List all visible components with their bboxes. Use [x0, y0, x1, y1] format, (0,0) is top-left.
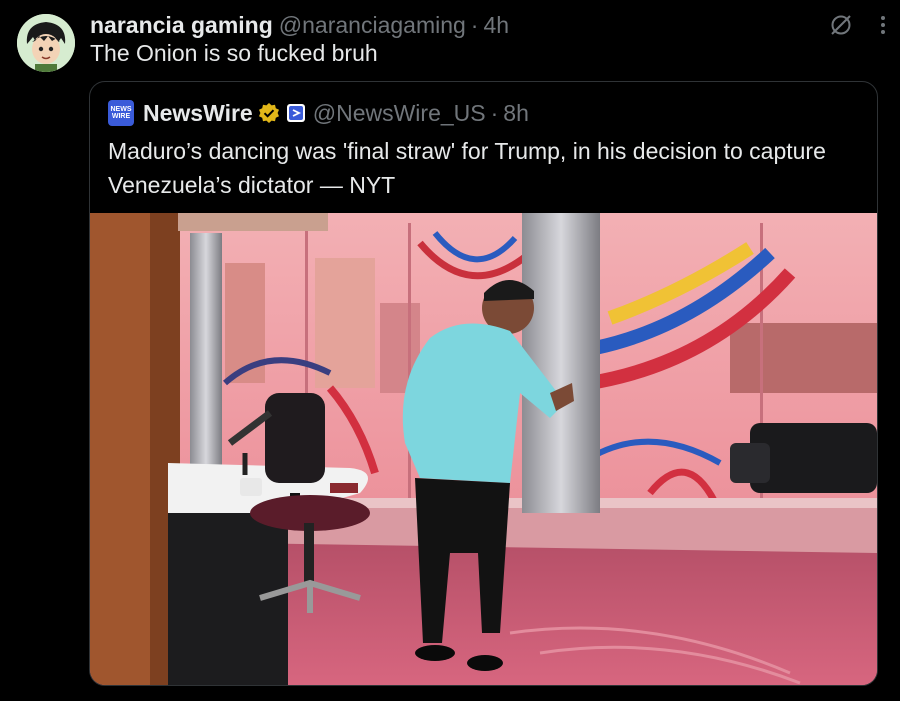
quote-author-handle[interactable]: @NewsWire_US — [313, 100, 486, 127]
author-name[interactable]: narancia gaming — [90, 12, 273, 39]
quote-header: NEWS WIRE NewsWire @NewsWire_US · 8h — [108, 98, 529, 128]
newswire-logo[interactable]: NEWS WIRE — [108, 100, 134, 126]
post-actions-top — [828, 12, 890, 38]
author-handle[interactable]: @naranciagaming — [279, 12, 466, 39]
anime-avatar-icon — [17, 14, 75, 72]
quote-author-name[interactable]: NewsWire — [143, 100, 253, 127]
grok-icon[interactable] — [828, 12, 854, 38]
post-header: narancia gaming @naranciagaming · 4h — [90, 10, 900, 40]
separator: · — [470, 11, 479, 38]
quote-text: Maduro’s dancing was 'final straw' for T… — [108, 138, 826, 198]
verified-badge-icon[interactable] — [258, 102, 280, 124]
quote-separator: · — [490, 99, 499, 126]
more-icon[interactable] — [876, 12, 890, 38]
logo-text-bottom: WIRE — [111, 113, 131, 120]
affiliate-badge-icon[interactable] — [286, 103, 306, 123]
logo-text-top: NEWS — [110, 106, 132, 113]
quoted-post[interactable]: NEWS WIRE NewsWire @NewsWire_US · 8h Mad… — [89, 81, 878, 686]
quote-photo[interactable] — [90, 213, 877, 685]
quote-time[interactable]: 8h — [503, 100, 529, 127]
post[interactable]: narancia gaming @naranciagaming · 4h The… — [0, 0, 900, 701]
post-time[interactable]: 4h — [483, 12, 509, 39]
avatar[interactable] — [17, 14, 75, 72]
post-text: The Onion is so fucked bruh — [90, 40, 378, 66]
